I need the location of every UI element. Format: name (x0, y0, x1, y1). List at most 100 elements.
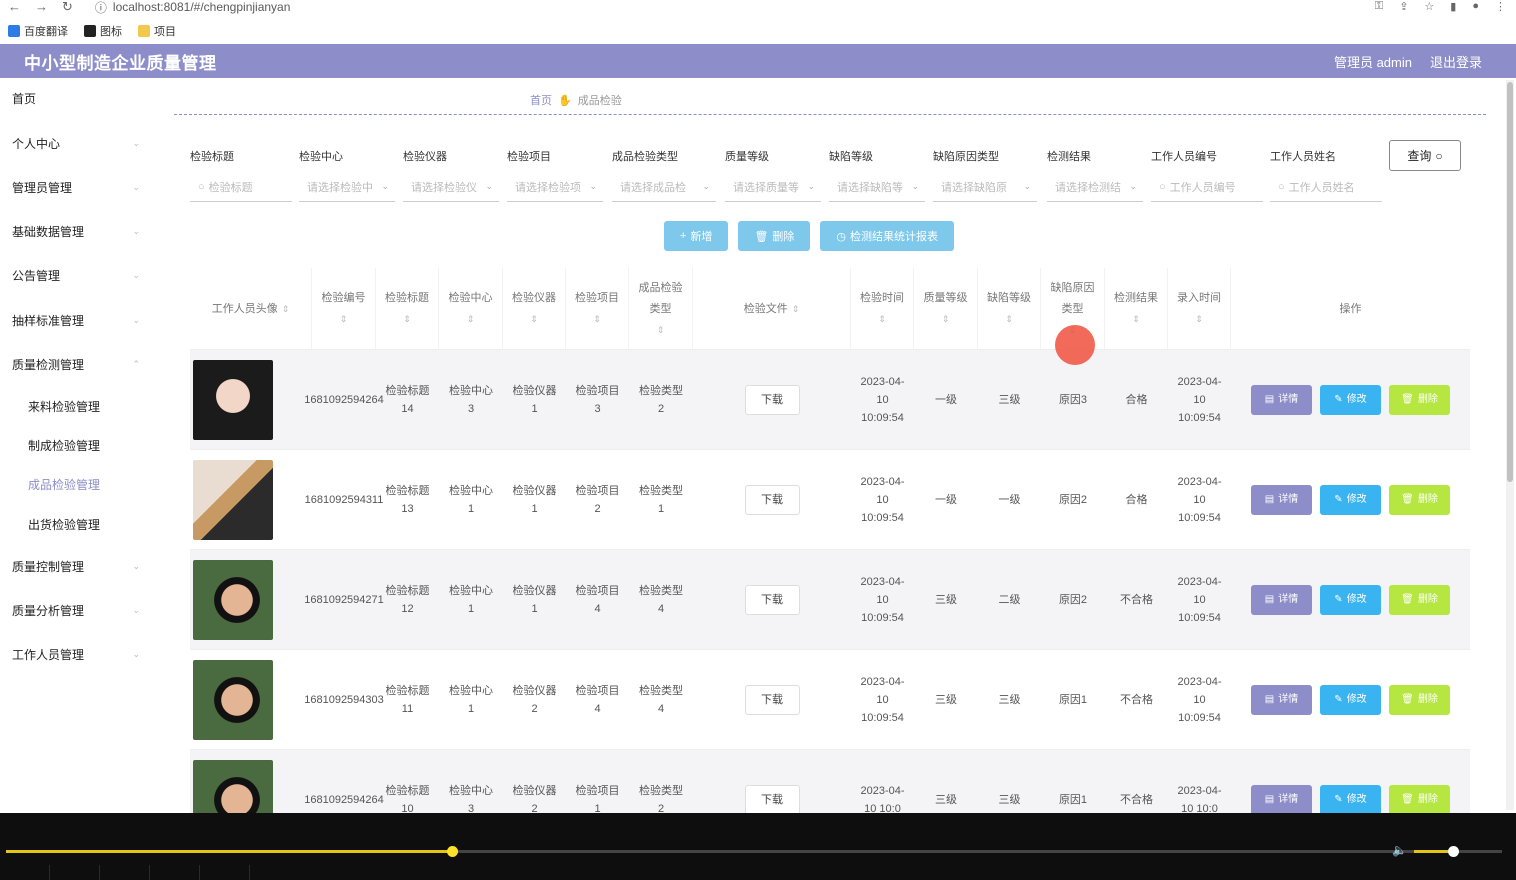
profile-icon[interactable]: ● (1472, 0, 1479, 13)
delete-button[interactable]: 🗑 删除 (1389, 785, 1450, 813)
report-button[interactable]: ◷ 检测结果统计报表 (820, 221, 955, 251)
sidebar-sub-finished[interactable]: 成品检验管理 (28, 474, 100, 494)
th-instrument[interactable]: 检验仪器 ⇕ (503, 268, 566, 350)
type-select[interactable]: 请选择成品检 ⌄ (612, 172, 716, 202)
filter-center: 检验中心 请选择检验中 ⌄ (299, 148, 395, 202)
add-button[interactable]: + 新增 (664, 221, 729, 251)
sidebar-item-notice[interactable]: 公告管理 ⌄ (12, 265, 140, 285)
sidebar-item-home[interactable]: 首页 (12, 88, 140, 108)
sidebar-item-basic-data[interactable]: 基础数据管理 ⌄ (12, 221, 140, 241)
volume-icon[interactable]: 🔈 (1392, 843, 1407, 857)
detail-button[interactable]: ▤ 详情 (1251, 685, 1312, 715)
scrollbar-thumb[interactable] (1507, 82, 1513, 482)
edit-button[interactable]: ✎ 修改 (1320, 785, 1381, 813)
search-icon: ○ (198, 180, 205, 193)
sidebar-sub-process[interactable]: 制成检验管理 (28, 435, 100, 455)
download-button[interactable]: 下载 (744, 485, 800, 515)
download-button[interactable]: 下载 (744, 785, 800, 813)
cell-time: 2023-04-10 10:09:54 (860, 676, 905, 724)
seek-handle[interactable] (447, 846, 458, 857)
th-avatar[interactable]: 工作人员头像 ⇕ (190, 268, 312, 350)
cell-type: 检验类型4 (639, 585, 683, 615)
edit-button[interactable]: ✎ 修改 (1320, 385, 1381, 415)
sidebar-item-quality-analysis[interactable]: 质量分析管理 ⌄ (12, 600, 140, 620)
file-cell: 下载 (693, 450, 851, 550)
defect-select[interactable]: 请选择缺陷等 ⌄ (829, 172, 925, 202)
cell-quality: 三级 (935, 794, 957, 806)
reload-icon[interactable]: ↻ (62, 0, 73, 15)
key-icon[interactable]: ⚿ (1375, 0, 1383, 13)
delete-button[interactable]: 🗑 删除 (1389, 485, 1450, 515)
edit-button[interactable]: ✎ 修改 (1320, 585, 1381, 615)
scrollbar[interactable] (1506, 80, 1514, 810)
sort-icon: ⇕ (878, 314, 886, 324)
menu-icon[interactable]: ⋮ (1495, 0, 1506, 13)
bookmark-translate[interactable]: 百度翻译 (8, 23, 68, 39)
th-entry[interactable]: 录入时间 ⇕ (1168, 268, 1231, 350)
th-defect[interactable]: 缺陷等级 ⇕ (978, 268, 1041, 350)
detail-button[interactable]: ▤ 详情 (1251, 485, 1312, 515)
item-select[interactable]: 请选择检验项 ⌄ (507, 172, 603, 202)
th-result[interactable]: 检测结果 ⇕ (1105, 268, 1168, 350)
instrument-select[interactable]: 请选择检验仪 ⌄ (403, 172, 499, 202)
batch-delete-button[interactable]: 🗑 删除 (738, 221, 811, 251)
th-title[interactable]: 检验标题 ⇕ (376, 268, 439, 350)
sidebar-icon[interactable]: ▮ (1450, 0, 1456, 13)
detail-button[interactable]: ▤ 详情 (1251, 785, 1312, 813)
cell-type: 检验类型2 (639, 385, 683, 415)
sidebar-item-quality-inspection[interactable]: 质量检测管理 ⌃ (12, 354, 140, 374)
cell-result: 合格 (1125, 394, 1148, 406)
delete-button[interactable]: 🗑 删除 (1389, 685, 1450, 715)
ops-cell: ▤ 详情 ✎ 修改 🗑 删除 (1231, 650, 1470, 750)
reason-select[interactable]: 请选择缺陷原 ⌄ (933, 172, 1037, 202)
cell-result: 不合格 (1120, 694, 1153, 706)
doc-icon: ▤ (1264, 494, 1275, 505)
breadcrumb-home[interactable]: 首页 (530, 92, 552, 108)
pencil-icon: ✎ (1334, 694, 1343, 705)
th-file[interactable]: 检验文件 ⇕ (693, 268, 851, 350)
filter-bar: 检验标题 ○ 检验标题 检验中心 请选择检验中 ⌄ 检验仪器 请选择检验仪 ⌄ 检验项… (190, 148, 1490, 208)
detail-button[interactable]: ▤ 详情 (1251, 585, 1312, 615)
th-quality[interactable]: 质量等级 ⇕ (914, 268, 978, 350)
download-button[interactable]: 下载 (744, 585, 800, 615)
delete-button[interactable]: 🗑 删除 (1389, 385, 1450, 415)
sidebar-sub-incoming[interactable]: 来料检验管理 (28, 396, 100, 416)
th-no[interactable]: 检验编号 ⇕ (312, 268, 376, 350)
bookmark-icons[interactable]: 图标 (84, 23, 122, 39)
center-select[interactable]: 请选择检验中 ⌄ (299, 172, 395, 202)
logout-link[interactable]: 退出登录 (1430, 52, 1482, 71)
address-bar[interactable]: ⓘ localhost:8081/#/chengpinjianyan (95, 0, 290, 16)
forward-icon[interactable]: → (35, 0, 48, 15)
sidebar-item-personal[interactable]: 个人中心 ⌄ (12, 133, 140, 153)
th-type[interactable]: 成品检验类型 ⇕ (629, 268, 693, 350)
bookmark-project[interactable]: 项目 (138, 23, 176, 39)
sidebar-item-quality-control[interactable]: 质量控制管理 ⌄ (12, 556, 140, 576)
share-icon[interactable]: ⇪ (1399, 0, 1408, 13)
download-button[interactable]: 下载 (744, 685, 800, 715)
quality-select[interactable]: 请选择质量等 ⌄ (725, 172, 821, 202)
th-item[interactable]: 检验项目 ⇕ (566, 268, 629, 350)
sort-icon: ⇕ (1005, 314, 1013, 324)
th-center[interactable]: 检验中心 ⇕ (439, 268, 503, 350)
sidebar-item-staff[interactable]: 工作人员管理 ⌄ (12, 644, 140, 664)
edit-button[interactable]: ✎ 修改 (1320, 485, 1381, 515)
sidebar-item-sampling[interactable]: 抽样标准管理 ⌄ (12, 310, 140, 330)
detail-button[interactable]: ▤ 详情 (1251, 385, 1312, 415)
staff-no-input[interactable]: ○ 工作人员编号 (1151, 172, 1263, 202)
download-button[interactable]: 下载 (744, 385, 800, 415)
delete-button[interactable]: 🗑 删除 (1389, 585, 1450, 615)
result-select[interactable]: 请选择检测结 ⌄ (1047, 172, 1143, 202)
cell-defect: 三级 (998, 394, 1021, 406)
query-button[interactable]: 查询 ○ (1389, 140, 1461, 171)
title-search-input[interactable]: ○ 检验标题 (190, 172, 292, 202)
th-time[interactable]: 检验时间 ⇕ (851, 268, 914, 350)
ops-cell: ▤ 详情 ✎ 修改 🗑 删除 (1231, 450, 1470, 550)
sidebar-sub-shipping[interactable]: 出货检验管理 (28, 514, 100, 534)
sidebar-item-admin[interactable]: 管理员管理 ⌄ (12, 177, 140, 197)
back-icon[interactable]: ← (8, 0, 21, 15)
volume-handle[interactable] (1448, 846, 1459, 857)
staff-name-input[interactable]: ○ 工作人员姓名 (1270, 172, 1382, 202)
star-icon[interactable]: ☆ (1424, 0, 1434, 13)
filter-defect: 缺陷等级 请选择缺陷等 ⌄ (829, 148, 925, 202)
edit-button[interactable]: ✎ 修改 (1320, 685, 1381, 715)
